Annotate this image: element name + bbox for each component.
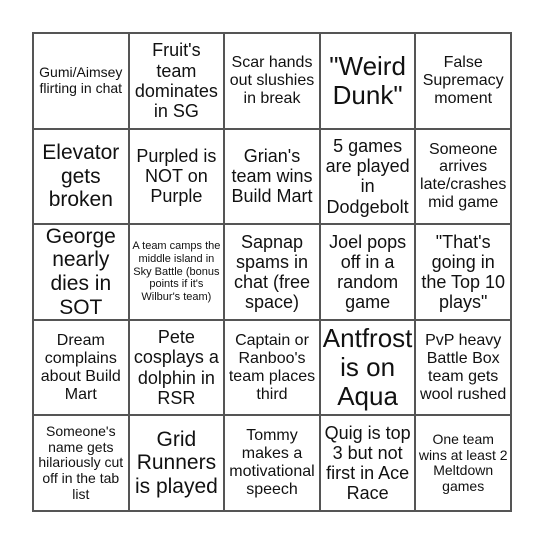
bingo-board: Gumi/Aimsey flirting in chat Fruit's team… <box>32 32 512 512</box>
bingo-cell-text: Someone's name gets hilariously cut off … <box>38 423 124 502</box>
bingo-cell[interactable]: 5 games are played in Dodgebolt <box>319 128 416 225</box>
bingo-cell[interactable]: Elevator gets broken <box>33 128 129 225</box>
bingo-cell[interactable]: Pete cosplays a dolphin in RSR <box>128 319 225 416</box>
bingo-cell-text: Tommy makes a motivational speech <box>229 427 315 499</box>
bingo-cell[interactable]: Quig is top 3 but not first in Ace Race <box>319 415 416 511</box>
bingo-cell[interactable]: "Weird Dunk" <box>319 33 416 129</box>
bingo-cell-text: A team camps the middle island in Sky Ba… <box>132 240 221 303</box>
bingo-cell-text: "Weird Dunk" <box>329 50 406 110</box>
bingo-cell[interactable]: Purpled is NOT on Purple <box>128 128 225 225</box>
bingo-cell[interactable]: Gumi/Aimsey flirting in chat <box>33 33 129 129</box>
bingo-cell-text: George nearly dies in SOT <box>45 224 116 319</box>
bingo-cell-text: "That's going in the Top 10 plays" <box>421 231 506 313</box>
bingo-cell-text: Gumi/Aimsey flirting in chat <box>39 64 123 96</box>
bingo-cell[interactable]: One team wins at least 2 Meltdown games <box>415 415 511 511</box>
bingo-cell[interactable]: Fruit's team dominates in SG <box>128 33 225 129</box>
bingo-cell-text: One team wins at least 2 Meltdown games <box>418 430 508 494</box>
bingo-cell[interactable]: A team camps the middle island in Sky Ba… <box>128 224 225 320</box>
bingo-cell-text: Someone arrives late/crashes mid game <box>420 140 507 212</box>
bingo-cell[interactable]: PvP heavy Battle Box team gets wool rush… <box>415 319 511 416</box>
bingo-cell[interactable]: Grian's team wins Build Mart <box>224 128 320 225</box>
bingo-cell[interactable]: George nearly dies in SOT <box>33 224 129 320</box>
bingo-cell[interactable]: Someone arrives late/crashes mid game <box>415 128 511 225</box>
bingo-cell[interactable]: Antfrost is on Aqua <box>319 319 416 416</box>
bingo-cell[interactable]: Grid Runners is played <box>128 415 225 511</box>
bingo-cell-text: Fruit's team dominates in SG <box>134 40 218 121</box>
bingo-cell-text: False Supremacy moment <box>422 53 504 107</box>
bingo-cell[interactable]: False Supremacy moment <box>415 33 511 129</box>
bingo-cell-text: PvP heavy Battle Box team gets wool rush… <box>420 331 507 403</box>
bingo-cell-text: Scar hands out slushies in break <box>229 53 315 107</box>
bingo-cell-text: Joel pops off in a random game <box>329 231 407 313</box>
bingo-cell-text: Grian's team wins Build Mart <box>231 146 313 207</box>
bingo-cell-text: Elevator gets broken <box>42 141 120 212</box>
bingo-cell[interactable]: Tommy makes a motivational speech <box>224 415 320 511</box>
bingo-cell[interactable]: Dream complains about Build Mart <box>33 319 129 416</box>
bingo-cell-text: Dream complains about Build Mart <box>40 331 121 403</box>
bingo-cell-text: Sapnap spams in chat (free space) <box>233 231 311 313</box>
bingo-cell-text: 5 games are played in Dodgebolt <box>325 136 410 217</box>
bingo-cell-text: Purpled is NOT on Purple <box>136 146 217 207</box>
bingo-cell-text: Pete cosplays a dolphin in RSR <box>133 327 219 408</box>
bingo-cell[interactable]: Joel pops off in a random game <box>319 224 416 320</box>
bingo-cell[interactable]: Captain or Ranboo's team places third <box>224 319 320 416</box>
bingo-cell-text: Grid Runners is played <box>134 427 218 498</box>
bingo-cell[interactable]: Scar hands out slushies in break <box>224 33 320 129</box>
bingo-cell-text: Captain or Ranboo's team places third <box>228 331 316 403</box>
bingo-cell[interactable]: Someone's name gets hilariously cut off … <box>33 415 129 511</box>
bingo-cell[interactable]: "That's going in the Top 10 plays" <box>415 224 511 320</box>
bingo-cell[interactable]: Sapnap spams in chat (free space) <box>224 224 320 320</box>
bingo-cell-text: Antfrost is on Aqua <box>322 322 413 412</box>
bingo-cell-text: Quig is top 3 but not first in Ace Race <box>324 422 411 504</box>
